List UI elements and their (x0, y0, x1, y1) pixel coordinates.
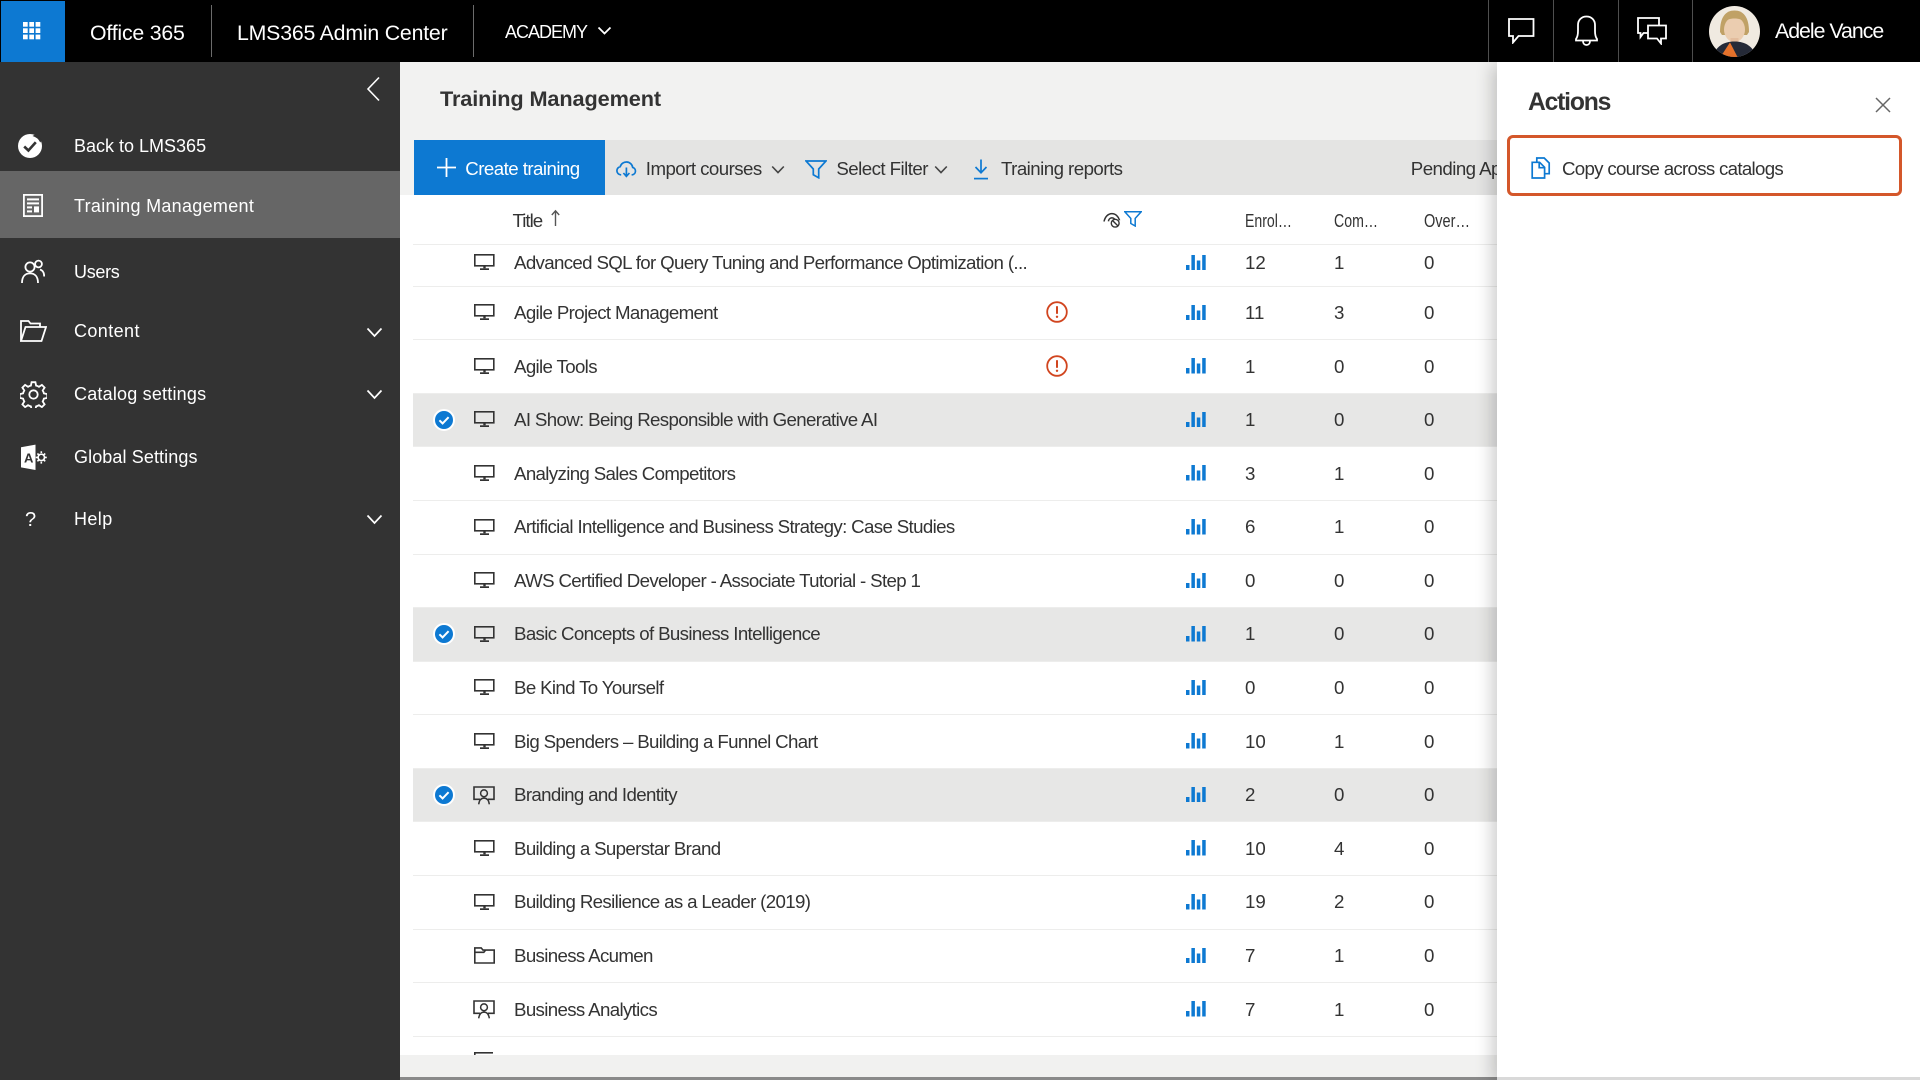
svg-text:A: A (24, 450, 34, 465)
